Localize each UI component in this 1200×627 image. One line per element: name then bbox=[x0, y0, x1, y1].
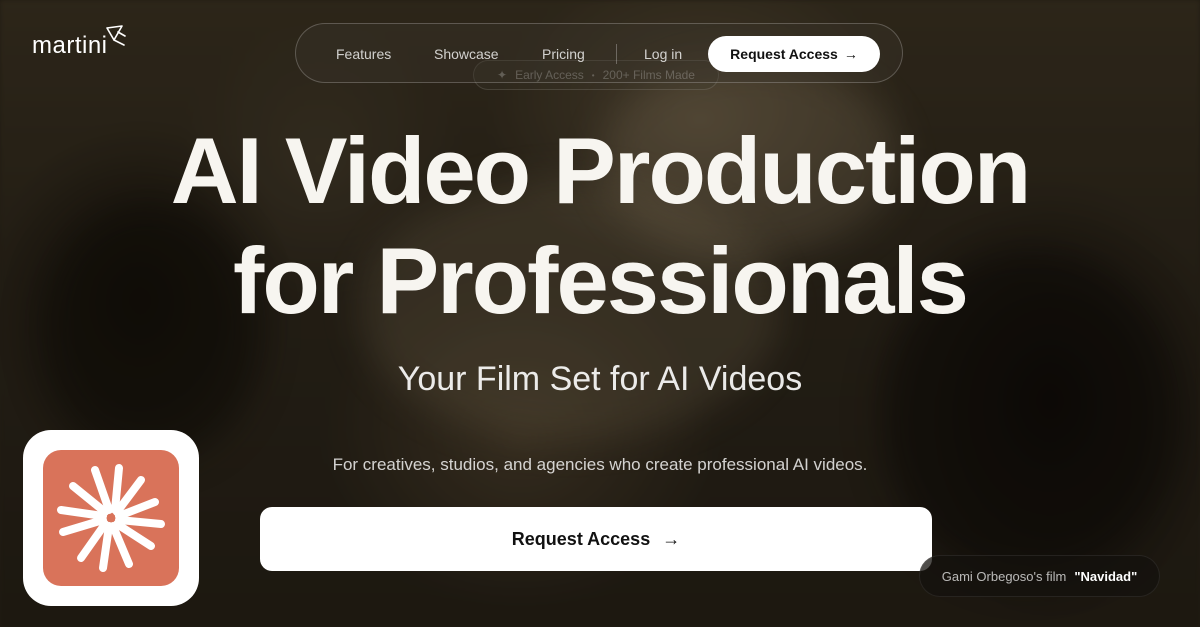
nav-item-pricing[interactable]: Pricing bbox=[542, 24, 585, 84]
arrow-right-icon: → bbox=[662, 529, 681, 549]
hero-subtitle: Your Film Set for AI Videos bbox=[397, 360, 803, 398]
nav-divider bbox=[616, 44, 617, 64]
hero-title-line2: for Professionals bbox=[233, 228, 969, 333]
app-icon-tile bbox=[43, 450, 179, 586]
brand-logo[interactable]: martini bbox=[32, 25, 128, 60]
film-credit-title: "Navidad" bbox=[1074, 568, 1138, 584]
hero-request-access-label: Request Access bbox=[511, 529, 651, 549]
film-credit-author: Gami Orbegoso's film bbox=[941, 568, 1067, 584]
login-link[interactable]: Log in bbox=[644, 24, 682, 84]
arrow-right-icon: → bbox=[843, 46, 858, 62]
film-credit-badge[interactable]: Gami Orbegoso's film "Navidad" bbox=[919, 555, 1160, 597]
starburst-icon bbox=[57, 464, 165, 572]
nav-item-features[interactable]: Features bbox=[336, 24, 391, 84]
top-navigation: Features Showcase Pricing Log in Request… bbox=[295, 23, 903, 83]
nav-request-access-button[interactable]: Request Access → bbox=[708, 36, 880, 72]
nav-request-access-label: Request Access bbox=[730, 46, 838, 62]
martini-glass-icon bbox=[105, 25, 126, 46]
nav-item-showcase[interactable]: Showcase bbox=[434, 24, 499, 84]
hero-request-access-button[interactable]: Request Access → bbox=[260, 507, 932, 571]
hero-title-line1: AI Video Production bbox=[170, 118, 1032, 223]
starburst-app-icon bbox=[23, 430, 199, 606]
brand-name: martini bbox=[32, 32, 108, 59]
